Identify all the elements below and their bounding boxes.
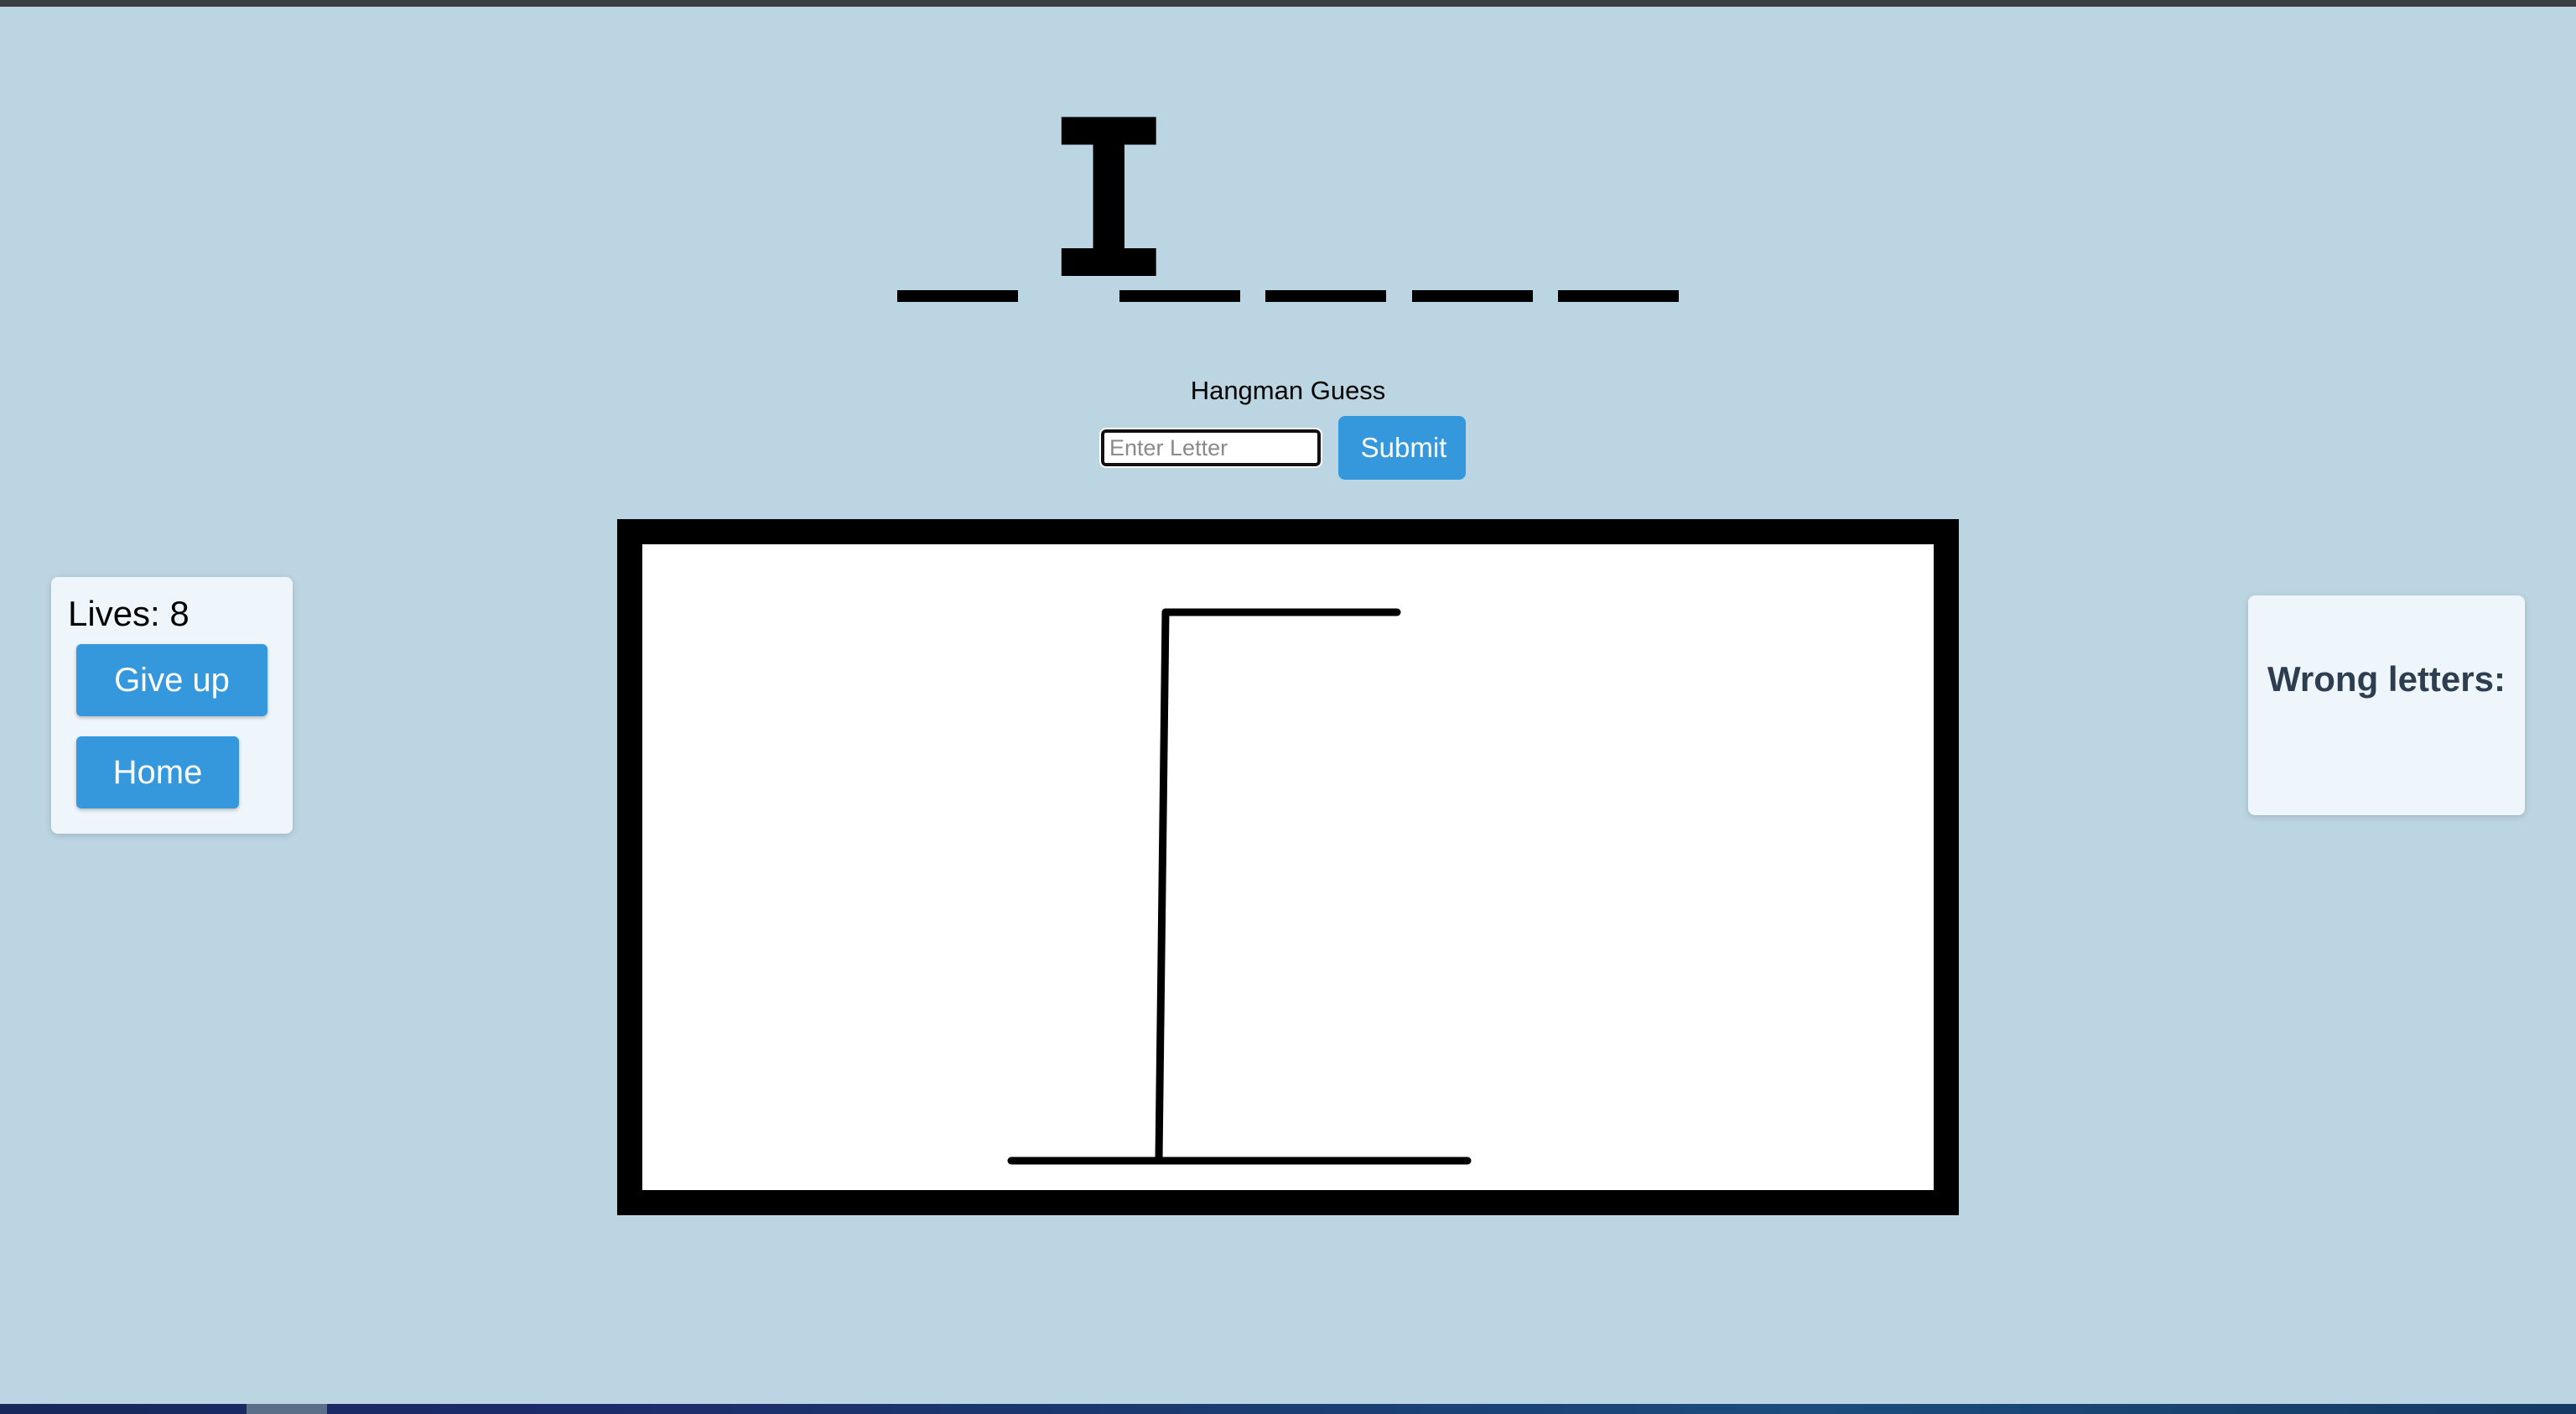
letter-underline [1265, 290, 1386, 302]
home-button[interactable]: Home [76, 736, 239, 808]
letter-slot [1265, 105, 1386, 302]
taskbar-tab [247, 1404, 327, 1414]
letter-underline [897, 290, 1018, 302]
letter-underline [1119, 290, 1240, 302]
give-up-button[interactable]: Give up [76, 644, 267, 716]
browser-top-strip [0, 0, 2576, 7]
letter-slot [1412, 105, 1533, 302]
letter-slot [1119, 105, 1240, 302]
lives-counter: Lives: 8 [68, 594, 190, 633]
letter-input[interactable] [1099, 428, 1322, 468]
letter-slot [897, 105, 1018, 302]
hangman-drawing [1007, 608, 1472, 1165]
letter-underline [1412, 290, 1533, 302]
taskbar-strip [0, 1404, 2576, 1414]
guess-label: Hangman Guess [1190, 376, 1386, 405]
letter-underline [1558, 290, 1679, 302]
wrong-letters-panel: Wrong letters: [2248, 595, 2525, 815]
lives-panel: Lives: 8 Give up Home [51, 577, 293, 834]
wrong-letters-title: Wrong letters: [2267, 659, 2506, 699]
hangman-canvas [617, 519, 1959, 1215]
gallows-pole [1155, 608, 1170, 1163]
word-display: I [889, 92, 1694, 310]
submit-button[interactable]: Submit [1338, 416, 1466, 480]
letter-slot [1558, 105, 1679, 302]
